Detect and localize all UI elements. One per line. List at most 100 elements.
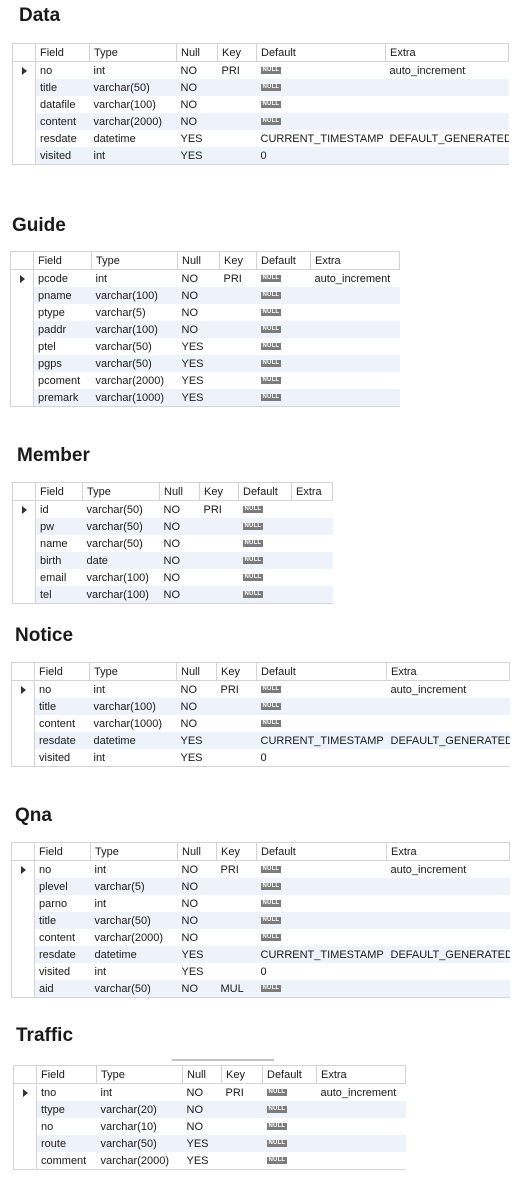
cell-default[interactable]: NULL [256,287,311,304]
cell-key[interactable]: PRI [200,501,239,519]
column-header-type[interactable]: Type [89,43,177,62]
cell-field[interactable]: title [35,79,90,96]
cell-default[interactable]: NULL [257,96,386,113]
row-selector-header[interactable] [13,1065,37,1084]
cell-null[interactable]: NO [183,1118,222,1135]
cell-null[interactable]: YES [177,130,218,147]
table-row[interactable]: content varchar(2000) NO NULL [11,929,510,946]
cell-key[interactable] [218,130,257,147]
cell-type[interactable]: int [91,895,178,912]
cell-extra[interactable] [316,1135,406,1152]
table-row[interactable]: ttype varchar(20) NO NULL [13,1101,406,1118]
row-selector[interactable] [11,946,35,963]
cell-type[interactable]: varchar(5) [92,304,178,321]
cell-type[interactable]: varchar(100) [83,569,160,586]
cell-field[interactable]: content [35,929,91,946]
cell-default[interactable]: NULL [257,895,387,912]
cell-type[interactable]: int [89,147,177,165]
row-selector[interactable] [13,1152,37,1170]
cell-field[interactable]: visited [34,749,90,767]
cell-key[interactable]: PRI [220,270,257,288]
cell-extra[interactable] [311,304,400,321]
row-selector-header[interactable] [11,662,35,681]
row-selector[interactable] [10,304,34,321]
cell-type[interactable]: varchar(2000) [96,1152,183,1170]
cell-default[interactable]: NULL [238,518,292,535]
cell-null[interactable]: NO [177,715,217,732]
cell-default[interactable]: NULL [257,861,387,879]
row-selector[interactable] [11,963,35,980]
cell-field[interactable]: no [36,62,90,80]
cell-extra[interactable]: auto_increment [386,62,509,80]
cell-null[interactable]: NO [177,287,220,304]
row-selector[interactable] [11,878,35,895]
cell-extra[interactable] [386,980,510,998]
cell-field[interactable]: no [37,1118,97,1135]
cell-extra[interactable] [310,287,400,304]
cell-type[interactable]: varchar(2000) [89,113,177,130]
row-selector[interactable] [11,698,35,715]
cell-type[interactable]: int [90,62,177,80]
cell-type[interactable]: varchar(1000) [90,715,177,732]
cell-default[interactable]: NULL [263,1118,317,1135]
row-selector[interactable] [12,500,36,518]
column-header-extra[interactable]: Extra [310,251,400,270]
row-selector[interactable] [11,929,35,946]
row-selector-header[interactable] [10,251,34,270]
cell-default[interactable]: NULL [257,715,387,732]
cell-null[interactable]: YES [176,749,217,767]
cell-extra[interactable] [291,586,333,604]
row-selector[interactable] [12,113,36,130]
table-row[interactable]: pcoment varchar(2000) YES NULL [10,372,400,389]
cell-field[interactable]: no [35,861,91,879]
cell-field[interactable]: pcode [34,270,92,288]
cell-null[interactable]: NO [176,698,217,715]
cell-default[interactable]: NULL [256,355,311,372]
cell-null[interactable]: NO [177,980,217,998]
column-header-extra[interactable]: Extra [386,662,510,681]
table-row[interactable]: title varchar(100) NO NULL [11,698,510,715]
cell-type[interactable]: varchar(50) [83,535,160,552]
table-row[interactable]: ptel varchar(50) YES NULL [10,338,400,355]
row-selector[interactable] [12,96,36,113]
cell-default[interactable]: NULL [256,389,311,407]
cell-null[interactable]: YES [182,1135,222,1152]
cell-extra[interactable] [291,518,333,535]
cell-extra[interactable] [387,895,510,912]
row-selector[interactable] [12,61,36,79]
cell-extra[interactable] [292,501,333,519]
cell-default[interactable]: CURRENT_TIMESTAMP [256,946,387,963]
cell-null[interactable]: YES [176,732,217,749]
cell-field[interactable]: resdate [34,732,90,749]
cell-null[interactable]: NO [177,321,220,338]
table-row[interactable]: no int NO PRI NULL auto_increment [11,680,510,699]
cell-extra[interactable] [292,569,333,586]
column-header-extra[interactable]: Extra [385,43,509,62]
column-header-null[interactable]: Null [176,43,218,62]
table-row[interactable]: content varchar(1000) NO NULL [11,715,510,732]
cell-extra[interactable] [311,338,400,355]
cell-key[interactable] [219,355,257,372]
cell-null[interactable]: NO [183,1084,222,1102]
cell-extra[interactable] [386,96,509,113]
cell-default[interactable]: NULL [256,113,386,130]
row-selector[interactable] [13,1083,37,1101]
cell-key[interactable]: PRI [217,681,257,699]
column-header-type[interactable]: Type [91,251,178,270]
cell-default[interactable]: NULL [256,980,387,998]
table-row[interactable]: content varchar(2000) NO NULL [12,113,509,130]
row-selector-header[interactable] [12,482,36,501]
cell-key[interactable]: PRI [218,62,257,80]
cell-key[interactable]: PRI [217,861,257,879]
cell-extra[interactable] [310,355,400,372]
cell-extra[interactable] [385,147,509,165]
cell-extra[interactable]: auto_increment [317,1084,406,1102]
column-header-default[interactable]: Default [256,43,386,62]
column-header-field[interactable]: Field [35,43,90,62]
cell-extra[interactable]: DEFAULT_GENERATED [386,130,509,147]
cell-key[interactable] [217,963,257,980]
column-header-field[interactable]: Field [34,662,90,681]
column-header-default[interactable]: Default [256,251,311,270]
cell-default[interactable]: NULL [262,1101,317,1118]
cell-default[interactable]: NULL [257,304,311,321]
